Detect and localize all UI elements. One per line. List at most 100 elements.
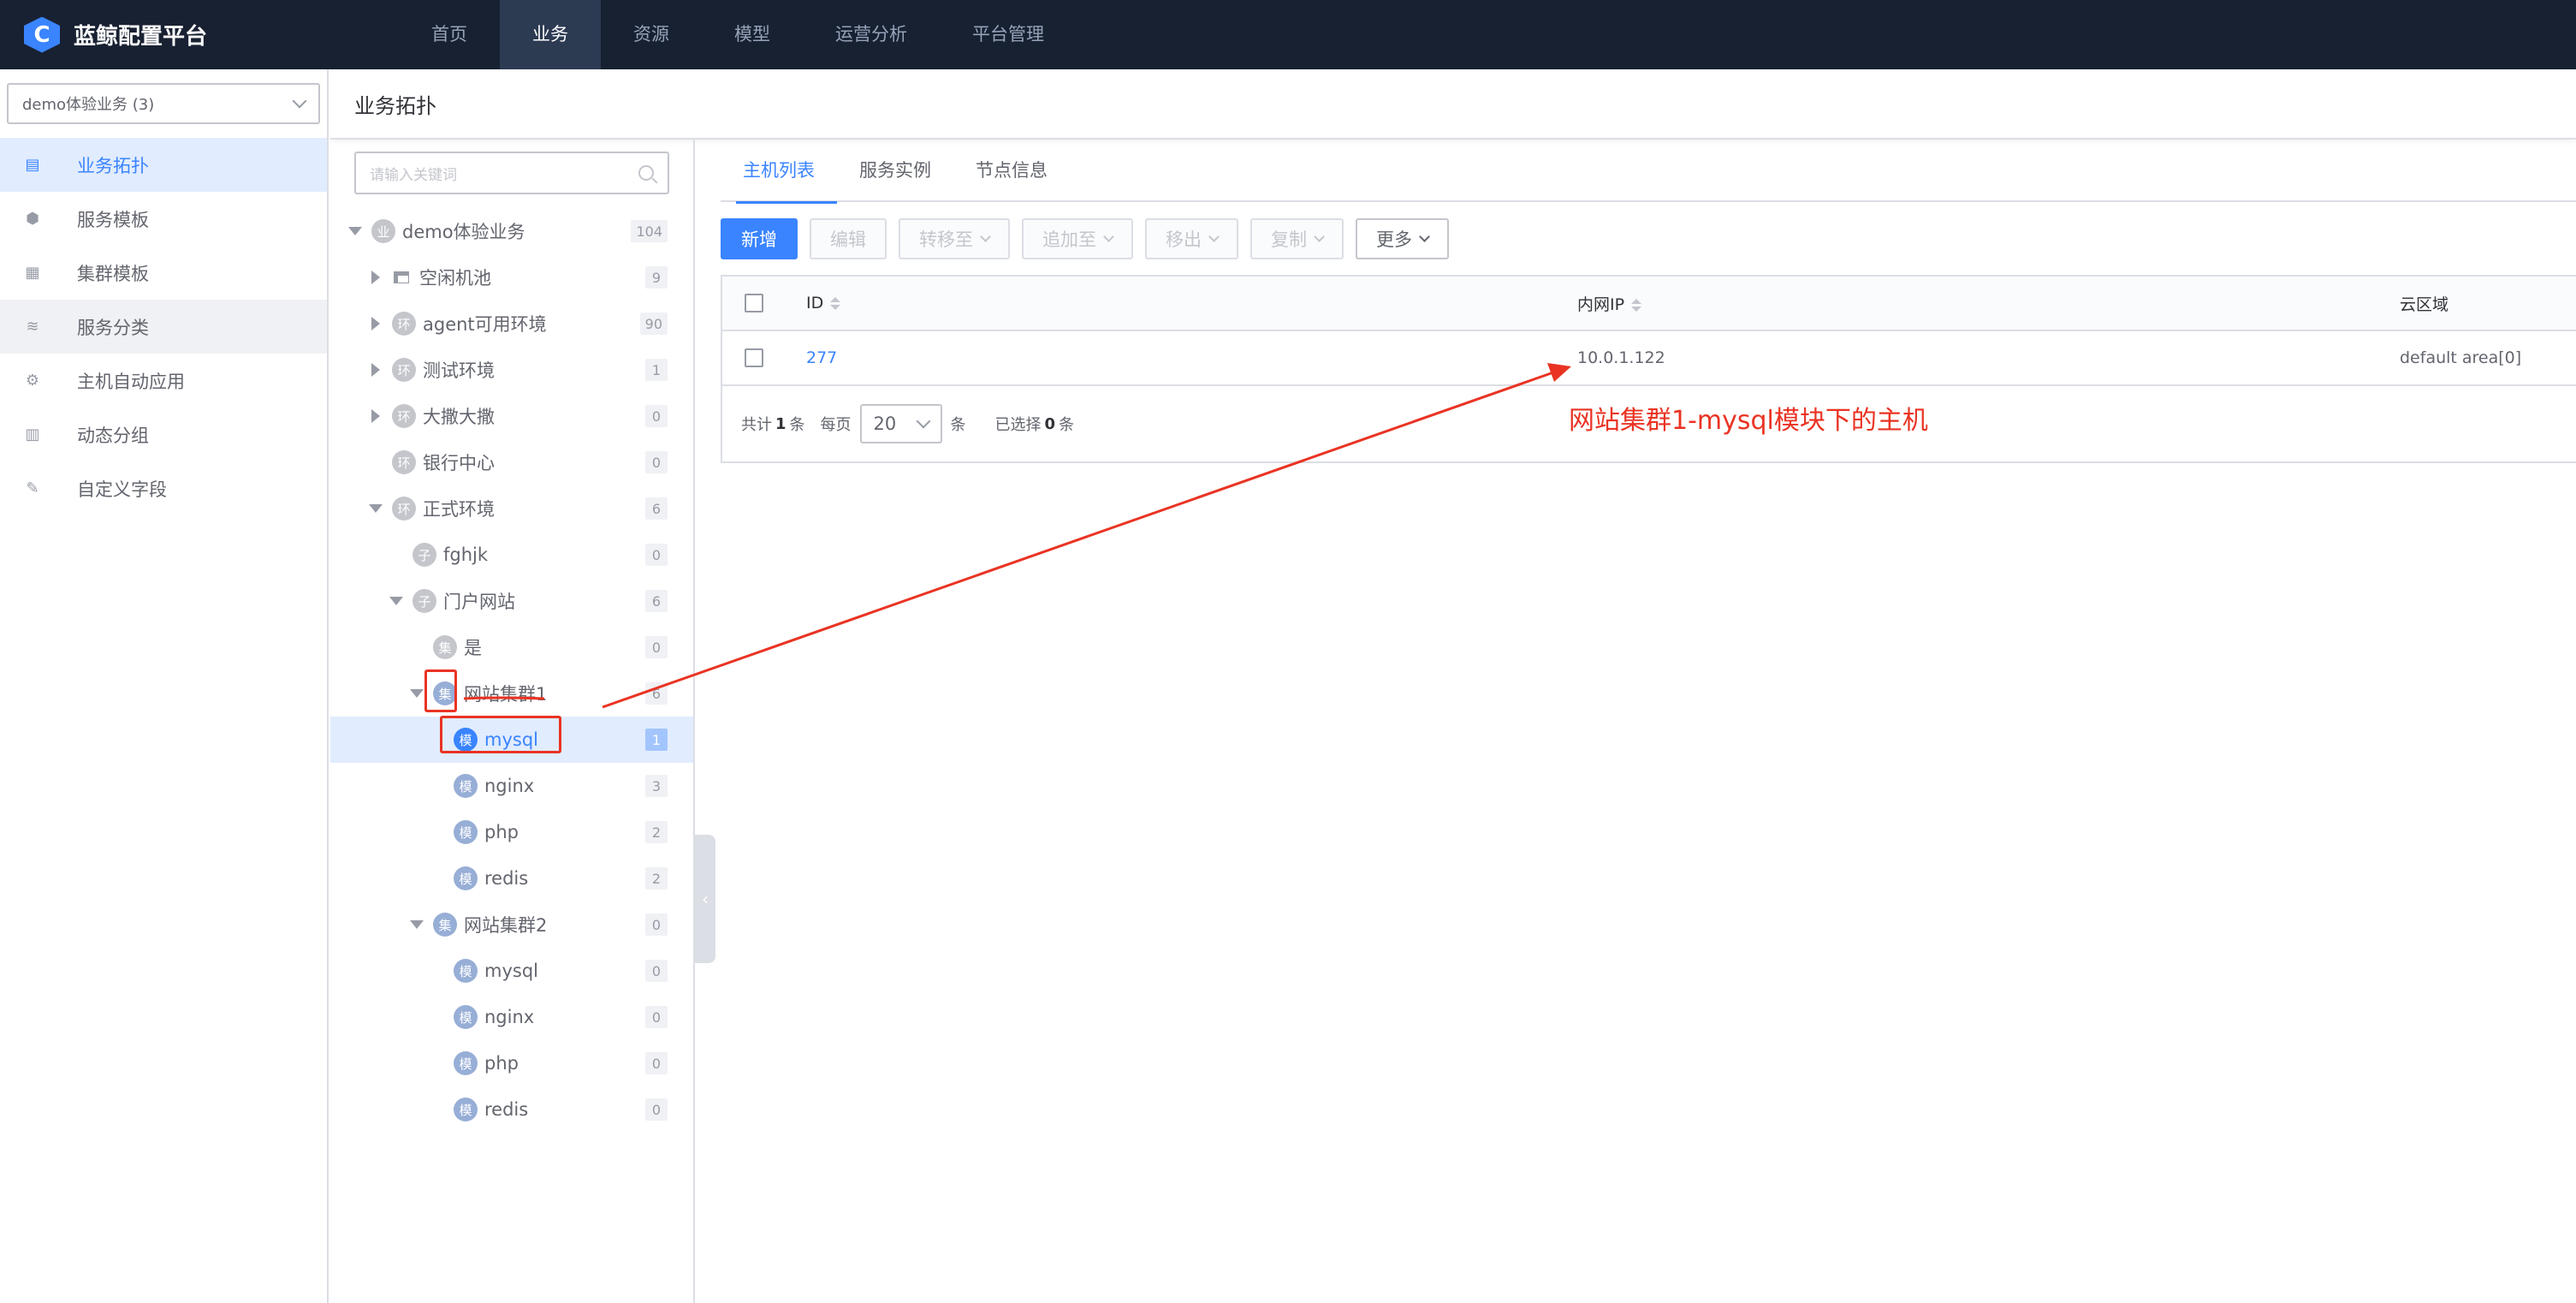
nav-platform-management[interactable]: 平台管理	[940, 0, 1077, 69]
host-id-link[interactable]: 277	[806, 348, 837, 367]
tree-node[interactable]: 子门户网站 6	[330, 578, 693, 624]
tree-toggle[interactable]	[366, 407, 385, 425]
tree-node-label: 空闲机池	[419, 268, 491, 289]
tree-node[interactable]: 环 agent可用环境 90	[330, 300, 693, 347]
per-page-label: 每页	[820, 416, 852, 434]
copy-dropdown[interactable]: 复制	[1250, 218, 1344, 259]
sidebar-item-label: 业务拓扑	[77, 155, 149, 176]
caret-down-icon[interactable]	[389, 597, 403, 605]
sort-icon[interactable]	[830, 297, 841, 310]
edit-button[interactable]: 编辑	[810, 218, 887, 259]
caret-down-icon[interactable]	[410, 920, 424, 929]
caret-right-icon[interactable]	[371, 317, 380, 330]
nav-model[interactable]: 模型	[702, 0, 803, 69]
sidebar-item-label: 自定义字段	[77, 479, 167, 500]
select-all-checkbox[interactable]	[745, 294, 763, 312]
page-title: 业务拓扑	[354, 93, 436, 118]
annotation-text: 网站集群1-mysql模块下的主机	[1569, 406, 1928, 436]
tree-node[interactable]: 模 php 2	[330, 809, 693, 855]
tree-toggle[interactable]	[407, 915, 426, 934]
tree-node[interactable]: 业 demo体验业务 104	[330, 208, 693, 254]
host-count-badge: 0	[645, 451, 668, 473]
tree-toggle[interactable]	[366, 499, 385, 518]
app-logo[interactable]: C 蓝鲸配置平台	[24, 16, 383, 53]
caret-right-icon[interactable]	[371, 271, 380, 284]
append-dropdown[interactable]: 追加至	[1022, 218, 1133, 259]
tree-toggle[interactable]	[346, 222, 365, 241]
tree-toggle	[366, 453, 385, 472]
remove-label: 移出	[1166, 229, 1202, 250]
tree-node-label: 门户网站	[443, 592, 515, 612]
tree-node-label: agent可用环境	[423, 314, 547, 335]
tree-toggle[interactable]	[387, 592, 406, 610]
search-icon[interactable]	[638, 165, 654, 181]
caret-down-icon[interactable]	[369, 504, 383, 513]
node-type-badge: 模	[454, 1051, 478, 1075]
host-count-badge: 6	[645, 682, 668, 705]
remove-dropdown[interactable]: 移出	[1145, 218, 1238, 259]
column-header-ip[interactable]: 内网IP	[1577, 292, 1642, 315]
sidebar-item-service-category[interactable]: ≋ 服务分类	[0, 300, 327, 354]
tree-node[interactable]: 环测试环境 1	[330, 347, 693, 393]
tree-node[interactable]: 模 php 0	[330, 1040, 693, 1086]
nav-business[interactable]: 业务	[500, 0, 601, 69]
tree-toggle[interactable]	[366, 314, 385, 333]
column-header-id[interactable]: ID	[806, 294, 841, 312]
tab-node-info[interactable]: 节点信息	[953, 140, 1070, 202]
tree-node[interactable]: 模 nginx 3	[330, 763, 693, 809]
caret-right-icon[interactable]	[371, 409, 380, 423]
collapse-tree-handle[interactable]: ‹	[695, 835, 715, 963]
tree-toggle[interactable]	[366, 268, 385, 287]
tree-toggle[interactable]	[407, 684, 426, 703]
tab-host-list[interactable]: 主机列表	[721, 140, 837, 204]
more-dropdown[interactable]: 更多	[1356, 218, 1449, 259]
tree-toggle	[387, 545, 406, 564]
table-row[interactable]: 277 10.0.1.122 default area[0]	[722, 331, 2576, 386]
sidebar-item-dynamic-group[interactable]: ▥ 动态分组	[0, 408, 327, 461]
tree-search-input[interactable]: 请输入关键词	[354, 152, 669, 194]
sidebar-item-host-auto-apply[interactable]: ⚙ 主机自动应用	[0, 354, 327, 408]
transfer-dropdown[interactable]: 转移至	[899, 218, 1010, 259]
left-sidebar: demo体验业务 (3) ▤ 业务拓扑 ⬢ 服务模板 ▦ 集群模板 ≋ 服务分类…	[0, 69, 329, 1303]
app-title: 蓝鲸配置平台	[74, 24, 208, 50]
copy-label: 复制	[1271, 229, 1307, 250]
tree-node[interactable]: 环正式环境 6	[330, 485, 693, 532]
sidebar-item-service-template[interactable]: ⬢ 服务模板	[0, 192, 327, 246]
append-label: 追加至	[1042, 229, 1096, 250]
add-button[interactable]: 新增	[721, 218, 798, 259]
tree-node[interactable]: 集网站集群2 0	[330, 901, 693, 948]
row-checkbox[interactable]	[745, 348, 763, 367]
tree-node[interactable]: 环大撒大撒 0	[330, 393, 693, 439]
sidebar-item-business-topology[interactable]: ▤ 业务拓扑	[0, 138, 327, 192]
tree-node[interactable]: 集是 0	[330, 624, 693, 670]
tree-node[interactable]: 集网站集群1 6	[330, 670, 693, 717]
tree-node[interactable]: 子 fghjk 0	[330, 532, 693, 578]
sidebar-menu: ▤ 业务拓扑 ⬢ 服务模板 ▦ 集群模板 ≋ 服务分类 ⚙ 主机自动应用 ▥ 动…	[0, 138, 327, 515]
host-ip: 10.0.1.122	[1577, 348, 1665, 367]
tree-node-label: nginx	[484, 1007, 535, 1027]
content-tabs: 主机列表 服务实例 节点信息	[721, 140, 2576, 204]
tab-service-instance[interactable]: 服务实例	[837, 140, 953, 202]
host-count-badge: 0	[645, 1006, 668, 1028]
caret-right-icon[interactable]	[371, 363, 380, 377]
caret-down-icon[interactable]	[348, 227, 362, 235]
sidebar-item-cluster-template[interactable]: ▦ 集群模板	[0, 246, 327, 300]
tree-node[interactable]: 模 mysql 0	[330, 948, 693, 994]
chevron-down-icon	[980, 231, 991, 242]
nav-operation-analysis[interactable]: 运营分析	[803, 0, 940, 69]
sidebar-item-custom-field[interactable]: ✎ 自定义字段	[0, 461, 327, 515]
business-selector[interactable]: demo体验业务 (3)	[7, 83, 320, 124]
tree-toggle[interactable]	[366, 360, 385, 379]
tree-node[interactable]: 模 nginx 0	[330, 994, 693, 1040]
node-type-badge: 业	[371, 219, 395, 243]
edit-button-label: 编辑	[830, 229, 866, 250]
tree-node[interactable]: 环银行中心 0	[330, 439, 693, 485]
page-size-select[interactable]: 20	[859, 404, 942, 443]
tree-node[interactable]: 模 redis 2	[330, 855, 693, 901]
nav-resource[interactable]: 资源	[601, 0, 702, 69]
tree-node[interactable]: 空闲机池 9	[330, 254, 693, 300]
caret-down-icon[interactable]	[410, 689, 424, 698]
nav-home[interactable]: 首页	[399, 0, 500, 69]
tree-node[interactable]: 模 redis 0	[330, 1086, 693, 1133]
sort-icon[interactable]	[1631, 298, 1642, 312]
